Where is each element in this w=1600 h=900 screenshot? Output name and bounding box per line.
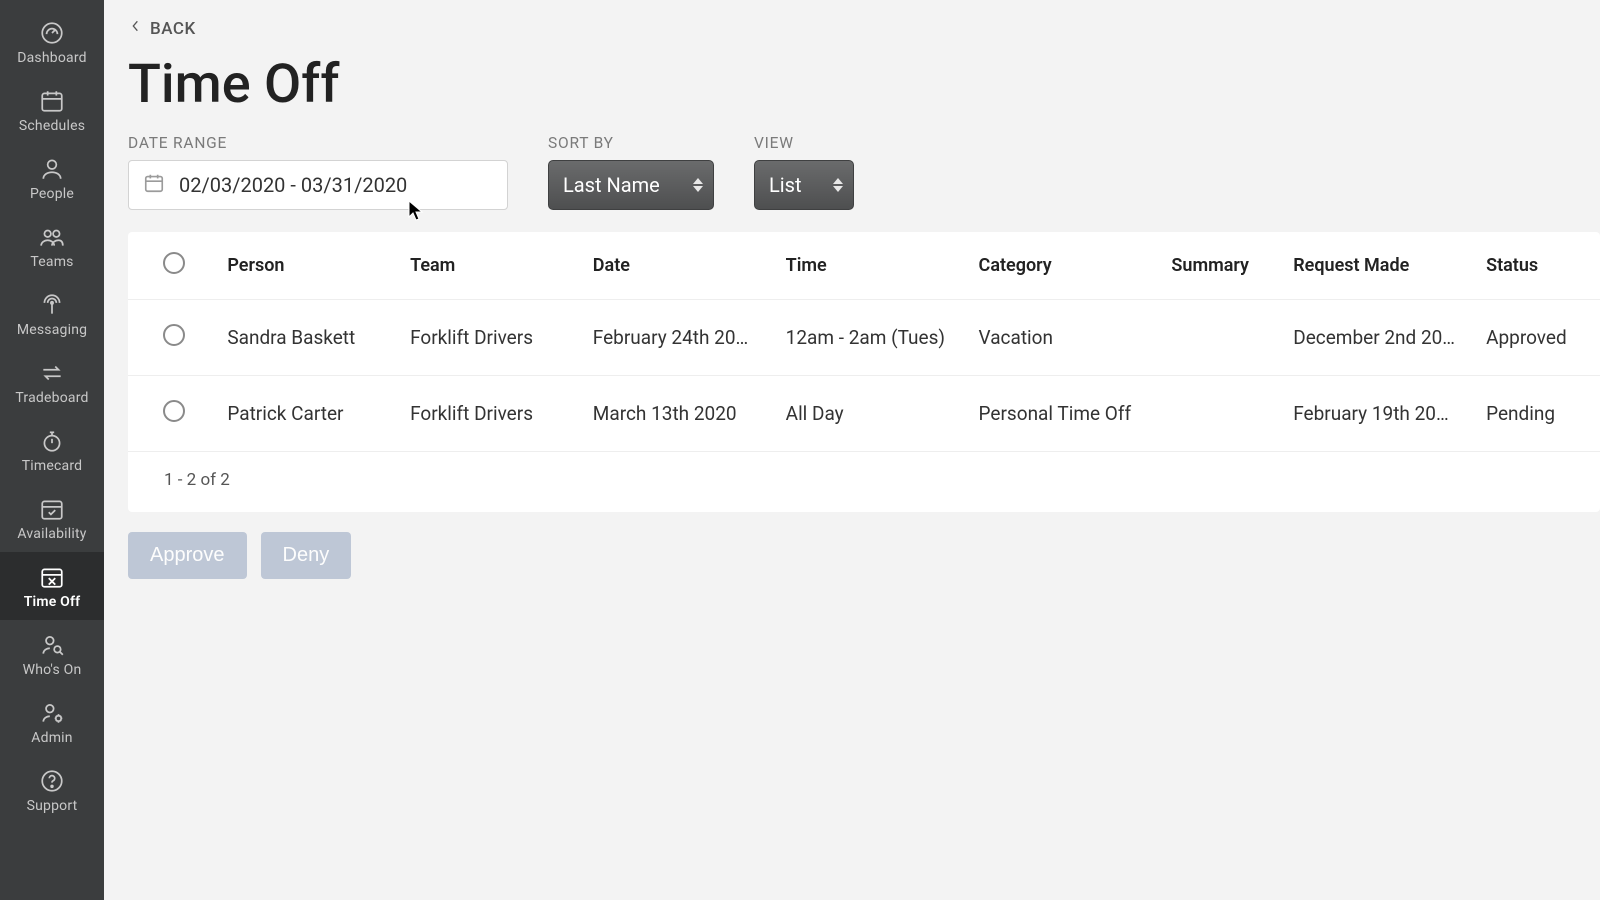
cell-date: February 24th 20…: [585, 300, 778, 376]
table-row[interactable]: Sandra Baskett Forklift Drivers February…: [128, 300, 1600, 376]
sidebar: Dashboard Schedules People Teams Messagi…: [0, 0, 104, 900]
cell-request-made: December 2nd 20…: [1285, 300, 1478, 376]
page-title: Time Off: [128, 53, 1600, 116]
calendar-check-icon: [38, 496, 66, 522]
row-select-radio[interactable]: [163, 400, 185, 422]
deny-button[interactable]: Deny: [261, 532, 352, 579]
pager-text: 1 - 2 of 2: [128, 452, 1600, 512]
sort-by-select[interactable]: Last Name: [548, 160, 714, 210]
col-request-made[interactable]: Request Made: [1285, 232, 1478, 300]
date-range-label: DATE RANGE: [128, 134, 508, 152]
sidebar-item-tradeboard[interactable]: Tradeboard: [0, 348, 104, 416]
help-circle-icon: [38, 768, 66, 794]
action-buttons: Approve Deny: [128, 532, 1600, 579]
swap-icon: [38, 360, 66, 386]
cell-category: Personal Time Off: [971, 376, 1164, 452]
sidebar-item-timecard[interactable]: Timecard: [0, 416, 104, 484]
back-button[interactable]: BACK: [128, 18, 196, 39]
sidebar-item-whoson[interactable]: Who's On: [0, 620, 104, 688]
chevron-left-icon: [128, 18, 144, 39]
sidebar-item-timeoff[interactable]: Time Off: [0, 552, 104, 620]
cell-date: March 13th 2020: [585, 376, 778, 452]
sidebar-item-availability[interactable]: Availability: [0, 484, 104, 552]
col-team[interactable]: Team: [402, 232, 585, 300]
col-person[interactable]: Person: [219, 232, 402, 300]
timeoff-table-card: Person Team Date Time Category Summary R…: [128, 232, 1600, 512]
view-select[interactable]: List: [754, 160, 854, 210]
broadcast-icon: [38, 292, 66, 318]
cell-summary: [1163, 300, 1285, 376]
sidebar-item-label: Dashboard: [17, 50, 87, 66]
select-all-radio[interactable]: [163, 252, 185, 274]
calendar-icon: [38, 88, 66, 114]
sidebar-item-label: Availability: [17, 526, 86, 542]
cell-team: Forklift Drivers: [402, 376, 585, 452]
sidebar-item-people[interactable]: People: [0, 144, 104, 212]
main-content: BACK Time Off DATE RANGE 02/03/2020 - 03…: [104, 0, 1600, 900]
sidebar-item-label: People: [30, 186, 74, 202]
cell-status: Approved: [1478, 300, 1600, 376]
view-value: List: [769, 173, 802, 197]
sidebar-item-label: Admin: [31, 730, 72, 746]
cell-person: Patrick Carter: [219, 376, 402, 452]
sidebar-item-label: Support: [27, 798, 78, 814]
cell-person: Sandra Baskett: [219, 300, 402, 376]
cell-category: Vacation: [971, 300, 1164, 376]
table-row[interactable]: Patrick Carter Forklift Drivers March 13…: [128, 376, 1600, 452]
sidebar-item-messaging[interactable]: Messaging: [0, 280, 104, 348]
cell-time: All Day: [778, 376, 971, 452]
cell-request-made: February 19th 20…: [1285, 376, 1478, 452]
person-search-icon: [38, 632, 66, 658]
dashboard-icon: [38, 20, 66, 46]
cell-summary: [1163, 376, 1285, 452]
sidebar-item-admin[interactable]: Admin: [0, 688, 104, 756]
view-label: VIEW: [754, 134, 854, 152]
calendar-x-icon: [38, 564, 66, 590]
col-status[interactable]: Status: [1478, 232, 1600, 300]
sidebar-item-label: Teams: [30, 254, 73, 270]
updown-caret-icon: [833, 178, 843, 192]
sort-by-value: Last Name: [563, 173, 660, 197]
approve-button[interactable]: Approve: [128, 532, 247, 579]
calendar-icon: [143, 172, 165, 199]
sidebar-item-label: Messaging: [17, 322, 87, 338]
people-group-icon: [38, 224, 66, 250]
table-header-row: Person Team Date Time Category Summary R…: [128, 232, 1600, 300]
sidebar-item-label: Time Off: [24, 594, 81, 610]
cell-time: 12am - 2am (Tues): [778, 300, 971, 376]
sidebar-item-teams[interactable]: Teams: [0, 212, 104, 280]
sidebar-item-label: Who's On: [23, 662, 82, 678]
col-date[interactable]: Date: [585, 232, 778, 300]
sidebar-item-label: Schedules: [19, 118, 85, 134]
sidebar-item-support[interactable]: Support: [0, 756, 104, 824]
stopwatch-icon: [38, 428, 66, 454]
cell-status: Pending: [1478, 376, 1600, 452]
cell-team: Forklift Drivers: [402, 300, 585, 376]
sidebar-item-label: Timecard: [22, 458, 83, 474]
sidebar-item-schedules[interactable]: Schedules: [0, 76, 104, 144]
updown-caret-icon: [693, 178, 703, 192]
sort-by-label: SORT BY: [548, 134, 714, 152]
timeoff-table: Person Team Date Time Category Summary R…: [128, 232, 1600, 452]
sidebar-item-label: Tradeboard: [15, 390, 88, 406]
col-time[interactable]: Time: [778, 232, 971, 300]
filter-bar: DATE RANGE 02/03/2020 - 03/31/2020 SORT …: [128, 134, 1600, 210]
person-gear-icon: [38, 700, 66, 726]
back-label: BACK: [150, 19, 196, 39]
date-range-input[interactable]: 02/03/2020 - 03/31/2020: [128, 160, 508, 210]
row-select-radio[interactable]: [163, 324, 185, 346]
person-icon: [38, 156, 66, 182]
sidebar-item-dashboard[interactable]: Dashboard: [0, 8, 104, 76]
col-category[interactable]: Category: [971, 232, 1164, 300]
col-summary[interactable]: Summary: [1163, 232, 1285, 300]
date-range-value: 02/03/2020 - 03/31/2020: [179, 173, 407, 197]
